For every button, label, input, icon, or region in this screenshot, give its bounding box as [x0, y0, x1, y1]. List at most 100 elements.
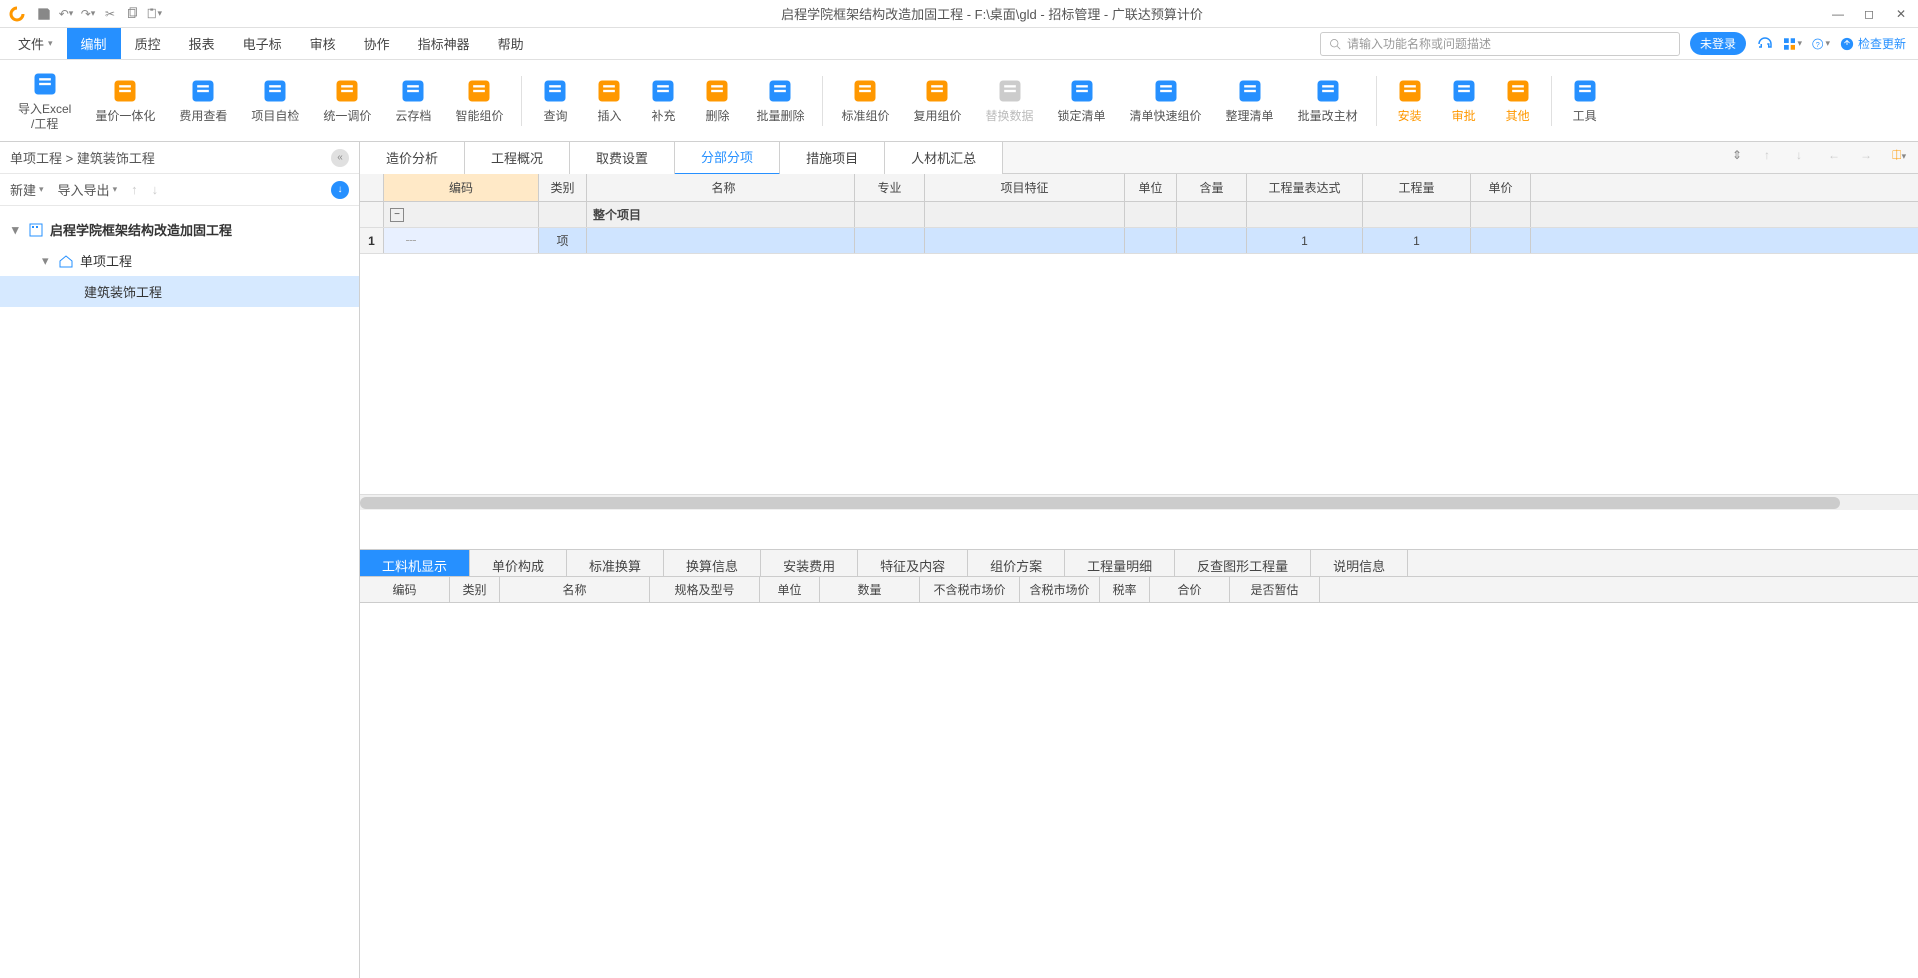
ribbon-self-check[interactable]: 项目自检: [241, 73, 309, 127]
close-button[interactable]: ✕: [1896, 7, 1910, 21]
nav-right-icon[interactable]: →: [1860, 148, 1880, 168]
bottom-col-7[interactable]: 含税市场价: [1020, 577, 1100, 602]
tree-l1[interactable]: ▾ 单项工程: [0, 245, 359, 276]
ribbon-delete[interactable]: 删除: [692, 73, 742, 127]
horizontal-scrollbar[interactable]: [360, 494, 1918, 510]
undo-icon[interactable]: ↶▾: [58, 6, 74, 22]
bottom-tab-6[interactable]: 组价方案: [968, 550, 1065, 576]
ribbon-tidy-list[interactable]: 整理清单: [1216, 73, 1284, 127]
bottom-col-6[interactable]: 不含税市场价: [920, 577, 1020, 602]
cell-type[interactable]: 项: [539, 228, 587, 253]
bottom-tab-7[interactable]: 工程量明细: [1065, 550, 1175, 576]
collapse-icon[interactable]: −: [390, 208, 404, 222]
menu-file[interactable]: 文件▾: [4, 28, 67, 59]
nav-down-icon[interactable]: ↓: [1796, 148, 1816, 168]
expand-icon[interactable]: ▾: [42, 253, 54, 269]
new-button[interactable]: 新建▾: [10, 180, 44, 199]
col-major[interactable]: 专业: [855, 174, 925, 201]
bottom-col-0[interactable]: 编码: [360, 577, 450, 602]
ribbon-approve[interactable]: 审批: [1439, 73, 1489, 127]
bottom-tab-0[interactable]: 工料机显示: [360, 550, 470, 576]
col-price[interactable]: 单价: [1471, 174, 1531, 201]
col-feature[interactable]: 项目特征: [925, 174, 1125, 201]
grid-group-row[interactable]: − 整个项目: [360, 202, 1918, 228]
save-icon[interactable]: [36, 6, 52, 22]
nav-expand-icon[interactable]: ⇕: [1732, 148, 1752, 168]
check-update-button[interactable]: 检查更新: [1840, 35, 1906, 52]
bottom-tab-1[interactable]: 单价构成: [470, 550, 567, 576]
bottom-tab-8[interactable]: 反查图形工程量: [1175, 550, 1311, 576]
menu-report[interactable]: 报表: [175, 28, 229, 59]
maximize-button[interactable]: ◻: [1864, 7, 1878, 21]
ribbon-lock-list[interactable]: 锁定清单: [1048, 73, 1116, 127]
top-tab-1[interactable]: 工程概况: [465, 142, 570, 174]
ribbon-std-price[interactable]: 标准组价: [831, 73, 899, 127]
top-tab-0[interactable]: 造价分析: [360, 142, 465, 174]
tree-l2[interactable]: 建筑装饰工程: [0, 276, 359, 307]
menu-edit[interactable]: 编制: [67, 28, 121, 59]
copy-icon[interactable]: [124, 6, 140, 22]
expand-icon[interactable]: ▾: [12, 222, 24, 238]
bottom-col-8[interactable]: 税率: [1100, 577, 1150, 602]
bottom-col-9[interactable]: 合价: [1150, 577, 1230, 602]
bottom-tab-5[interactable]: 特征及内容: [858, 550, 968, 576]
login-badge[interactable]: 未登录: [1690, 32, 1746, 55]
col-expr[interactable]: 工程量表达式: [1247, 174, 1363, 201]
menu-review[interactable]: 审核: [296, 28, 350, 59]
sync-icon[interactable]: ↓: [331, 181, 349, 199]
search-input[interactable]: 请输入功能名称或问题描述: [1320, 32, 1680, 56]
ribbon-insert[interactable]: 插入: [584, 73, 634, 127]
bottom-col-4[interactable]: 单位: [760, 577, 820, 602]
col-type[interactable]: 类别: [539, 174, 587, 201]
help-icon[interactable]: ?▾: [1812, 35, 1830, 53]
headset-icon[interactable]: [1756, 35, 1774, 53]
menu-indicator[interactable]: 指标神器: [404, 28, 484, 59]
top-tab-5[interactable]: 人材机汇总: [885, 142, 1003, 174]
paste-icon[interactable]: ▾: [146, 6, 162, 22]
menu-collab[interactable]: 协作: [350, 28, 404, 59]
ribbon-install[interactable]: 安装: [1385, 73, 1435, 127]
bottom-tab-4[interactable]: 安装费用: [761, 550, 858, 576]
ribbon-unified-adj[interactable]: 统一调价: [313, 73, 381, 127]
ribbon-cloud-save[interactable]: 云存档: [385, 73, 441, 127]
ribbon-reuse-price[interactable]: 复用组价: [903, 73, 971, 127]
bottom-col-1[interactable]: 类别: [450, 577, 500, 602]
settings-icon[interactable]: ⎅▾: [1892, 148, 1912, 168]
bottom-col-3[interactable]: 规格及型号: [650, 577, 760, 602]
menu-ebid[interactable]: 电子标: [229, 28, 296, 59]
bottom-tab-9[interactable]: 说明信息: [1311, 550, 1408, 576]
col-unit[interactable]: 单位: [1125, 174, 1177, 201]
move-up-icon[interactable]: ↑: [131, 182, 138, 197]
col-name[interactable]: 名称: [587, 174, 855, 201]
ribbon-qty-price[interactable]: 量价一体化: [85, 73, 165, 127]
col-qty[interactable]: 工程量: [1363, 174, 1471, 201]
collapse-panel-icon[interactable]: «: [331, 149, 349, 167]
bottom-col-2[interactable]: 名称: [500, 577, 650, 602]
bottom-tab-2[interactable]: 标准换算: [567, 550, 664, 576]
bottom-tab-3[interactable]: 换算信息: [664, 550, 761, 576]
apps-icon[interactable]: ▾: [1784, 35, 1802, 53]
redo-icon[interactable]: ↷▾: [80, 6, 96, 22]
top-tab-2[interactable]: 取费设置: [570, 142, 675, 174]
cell-expr[interactable]: 1: [1247, 228, 1363, 253]
col-amount[interactable]: 含量: [1177, 174, 1247, 201]
nav-left-icon[interactable]: ←: [1828, 148, 1848, 168]
import-export-button[interactable]: 导入导出▾: [58, 180, 118, 199]
cut-icon[interactable]: ✂: [102, 6, 118, 22]
grid-data-row[interactable]: 1 项 1 1: [360, 228, 1918, 254]
ribbon-import-excel[interactable]: 导入Excel/工程: [8, 66, 81, 135]
ribbon-supplement[interactable]: 补充: [638, 73, 688, 127]
nav-up-icon[interactable]: ↑: [1764, 148, 1784, 168]
ribbon-batch-material[interactable]: 批量改主材: [1288, 73, 1368, 127]
top-tab-4[interactable]: 措施项目: [780, 142, 885, 174]
col-code[interactable]: 编码: [384, 174, 539, 201]
ribbon-batch-delete[interactable]: 批量删除: [746, 73, 814, 127]
ribbon-tools[interactable]: 工具: [1560, 73, 1610, 127]
ribbon-other[interactable]: 其他: [1493, 73, 1543, 127]
minimize-button[interactable]: —: [1832, 7, 1846, 21]
bottom-col-10[interactable]: 是否暂估: [1230, 577, 1320, 602]
menu-qc[interactable]: 质控: [121, 28, 175, 59]
ribbon-query[interactable]: 查询: [530, 73, 580, 127]
move-down-icon[interactable]: ↓: [152, 182, 159, 197]
bottom-col-5[interactable]: 数量: [820, 577, 920, 602]
